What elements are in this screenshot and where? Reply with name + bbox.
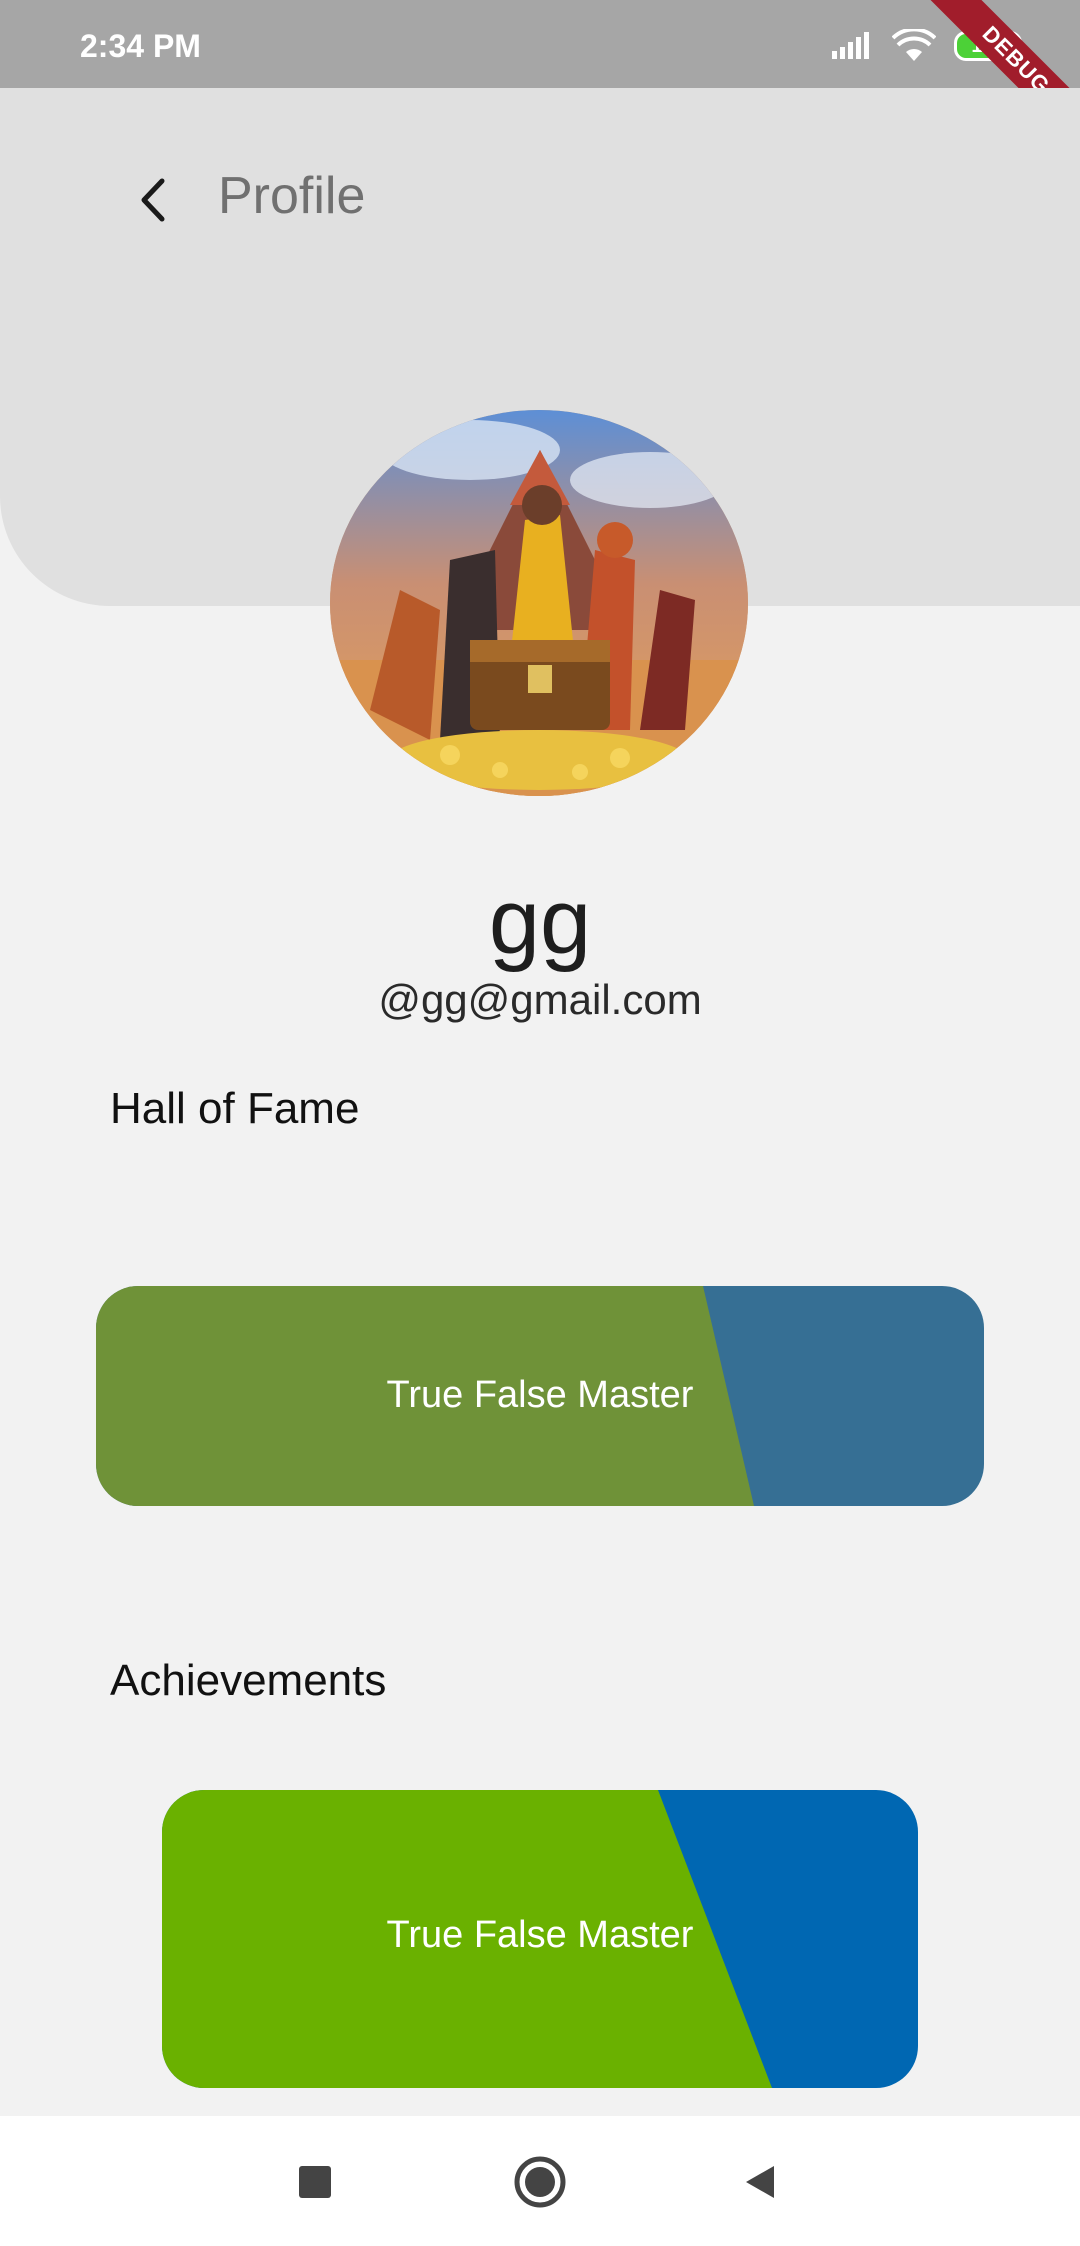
profile-name: gg (488, 871, 592, 973)
hall-of-fame-title: Hall of Fame (110, 1084, 360, 1133)
profile-email: @gg@gmail.com (378, 976, 702, 1023)
avatar (330, 410, 748, 796)
home-circle-icon (514, 2156, 566, 2208)
achievements-title: Achievements (110, 1656, 387, 1705)
home-button[interactable] (510, 2152, 570, 2212)
back-nav-button[interactable] (730, 2152, 790, 2212)
achievement-card[interactable]: True False Master (162, 1790, 918, 2088)
chevron-left-icon (141, 178, 165, 222)
status-time: 2:34 PM (80, 28, 201, 64)
recents-button[interactable] (285, 2152, 345, 2212)
hall-of-fame-card[interactable]: True False Master (96, 1286, 984, 1506)
recents-square-icon (299, 2166, 331, 2198)
wifi-icon (892, 29, 936, 61)
back-button[interactable] (128, 172, 176, 228)
hall-of-fame-card-label: True False Master (386, 1374, 694, 1416)
status-bar: 2:34 PM 100 DEBUG (0, 0, 1080, 165)
back-triangle-icon (746, 2166, 774, 2198)
nav-bar (0, 2116, 1080, 2246)
signal-icon (832, 32, 869, 59)
game-artwork-avatar (330, 410, 748, 796)
page-title: Profile (218, 167, 366, 225)
achievement-card-label: True False Master (386, 1914, 694, 1956)
